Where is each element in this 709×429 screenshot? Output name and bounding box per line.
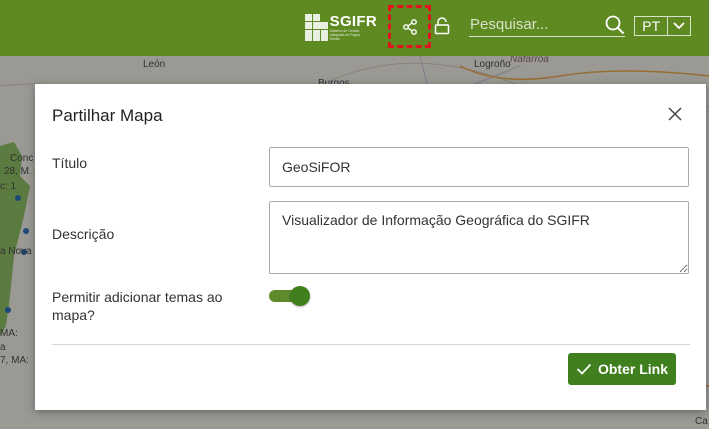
allow-layers-toggle[interactable] <box>269 286 310 306</box>
share-map-dialog: Partilhar Mapa Título Descrição Visualiz… <box>35 84 706 410</box>
sgifr-logo[interactable]: SGIFR Sistema de Gestão Integrada de Fog… <box>305 12 377 42</box>
logo-text: SGIFR <box>329 12 377 30</box>
dialog-divider <box>52 344 690 345</box>
check-icon <box>576 363 592 375</box>
language-select[interactable]: PT <box>634 16 691 36</box>
top-bar: SGIFR Sistema de Gestão Integrada de Fog… <box>0 0 709 56</box>
search-input[interactable] <box>470 14 602 34</box>
logo-grid-icon <box>305 13 328 41</box>
description-textarea[interactable]: Visualizador de Informação Geográfica do… <box>269 201 689 274</box>
lock-button[interactable] <box>433 15 451 37</box>
get-link-label: Obter Link <box>597 361 668 377</box>
share-icon <box>402 18 417 35</box>
title-input[interactable] <box>269 147 689 187</box>
search-icon[interactable] <box>605 15 625 35</box>
close-icon[interactable] <box>667 106 683 122</box>
lock-icon <box>434 17 450 35</box>
dialog-title: Partilhar Mapa <box>52 106 163 125</box>
share-button[interactable] <box>388 5 431 48</box>
search-box <box>469 12 625 37</box>
logo-subtext: Sistema de Gestão Integrada de Fogos Rur… <box>329 28 361 41</box>
description-label: Descrição <box>52 226 115 242</box>
allow-layers-label: Permitir adicionar temas ao mapa? <box>52 289 223 323</box>
language-code: PT <box>642 18 661 34</box>
title-label: Título <box>52 155 88 171</box>
chevron-down-icon <box>673 22 685 30</box>
get-link-button[interactable]: Obter Link <box>568 353 676 385</box>
